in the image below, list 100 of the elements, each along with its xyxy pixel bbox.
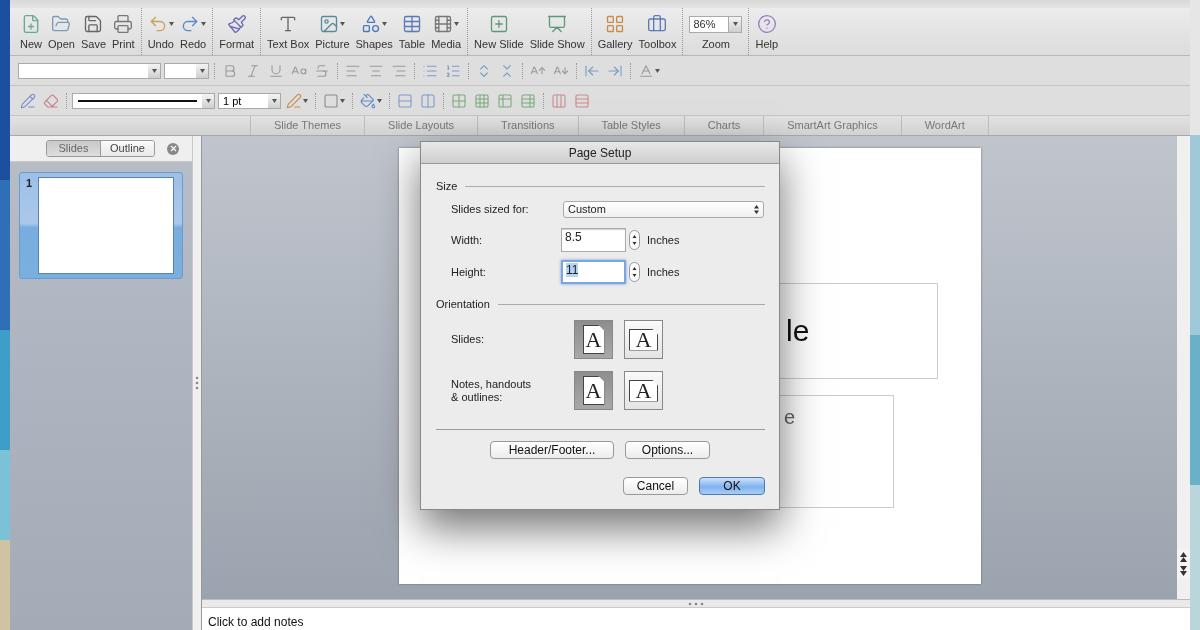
field-label: Width: [451,233,484,247]
toolbar-button[interactable]: Picture [314,13,351,50]
toolbar-button[interactable]: New Slide [473,13,525,50]
numbered-list-icon [445,62,461,79]
caret-icon [151,68,157,73]
columns-icon [551,92,567,109]
toolbar-icon-button[interactable] [572,92,592,109]
toolbar-icon-button[interactable] [321,92,347,109]
section-label: Size [436,180,458,192]
toolbar-icon-button[interactable] [395,92,415,109]
stepper-icon[interactable] [629,230,640,250]
view-tab[interactable]: Slides [47,141,100,156]
toolbar-icon-button[interactable] [495,92,515,109]
toolbar-icon-button[interactable] [518,92,538,109]
font-color-icon [638,62,654,79]
underline-icon [268,62,284,79]
landscape-button[interactable]: A [624,371,663,410]
toolbar-button[interactable]: Undo [146,13,175,50]
toolbar-button[interactable]: Slide Show [528,13,586,50]
notes-pane[interactable]: Click to add notes [202,607,1190,630]
picture-icon [319,14,340,34]
new-document-icon [21,14,41,34]
eraser-icon [43,92,59,109]
rows-icon [397,92,413,109]
toolbar-icon-button[interactable] [549,92,569,109]
toolbar-icon-button[interactable] [18,92,38,109]
toolbar-icon-button[interactable] [358,92,384,109]
portrait-button[interactable]: A [574,320,613,359]
toolbar-icon-button[interactable] [284,92,310,109]
printer-icon [113,14,134,34]
toolbar-button[interactable]: Shapes [354,13,394,50]
stepper-icon[interactable] [629,262,640,282]
toolbar-button[interactable]: Gallery [596,13,634,50]
dialog-button[interactable]: Header/Footer... [490,441,614,459]
paintbrush-icon [226,14,247,34]
toolbar-icon-button[interactable] [418,92,438,109]
slide-thumbnail[interactable]: 1 [19,172,183,279]
bold-icon [222,62,238,79]
view-tab[interactable]: Outline [100,141,154,156]
close-button[interactable] [167,142,179,155]
columns-icon [420,92,436,109]
section-label: Orientation [436,298,490,310]
line-style-field[interactable] [72,92,215,109]
field-label: Slides sized for: [451,202,530,216]
toolbar-icon-button[interactable] [449,92,469,109]
dialog-button[interactable]: Options... [625,441,710,459]
zoom-control[interactable]: 86% Zoom [688,13,744,50]
toolbar-button[interactable]: Table [397,13,427,50]
paint-bucket-icon [360,92,376,109]
toolbar-button[interactable]: New [19,13,43,50]
caret-icon [271,98,277,103]
combo-field[interactable] [18,62,161,79]
number-field[interactable]: 11 [561,260,626,284]
toolbar-button[interactable]: Format [218,13,256,50]
landscape-button[interactable]: A [624,320,663,359]
presentation-icon [547,14,568,34]
field-label: Slides: [451,333,486,346]
help-icon [756,14,777,34]
toolbar-button[interactable]: Toolbox [637,13,678,50]
rows-icon [574,92,590,109]
title-text: le [786,314,810,348]
toolbox-icon [647,14,668,34]
grid-icon [474,92,490,109]
caret-icon [732,22,738,26]
toolbar-button[interactable]: Media [430,13,463,50]
caret-icon [199,68,205,73]
toolbar-button[interactable]: Open [47,13,76,50]
strikethrough-icon [314,62,330,79]
notes-placeholder: Click to add notes [208,615,304,629]
field-label: Notes, handouts & outlines: [451,377,533,404]
number-field[interactable]: 8.5 [561,228,626,252]
toolbar-icon-button[interactable] [41,92,61,109]
combo-field[interactable] [164,62,209,79]
draw-table-icon [20,92,36,109]
new-slide-icon [488,14,509,34]
splitter-handle-icon[interactable] [195,376,199,390]
portrait-button[interactable]: A [574,371,613,410]
table-icon [497,92,513,109]
toolbar-button[interactable]: Redo [178,13,208,50]
size-select[interactable]: Custom [563,200,764,218]
splitter-handle-icon[interactable] [688,601,704,606]
pen-color-icon [286,92,302,109]
table-icon [401,14,422,34]
dialog-title: Page Setup [568,145,632,160]
caret-icon [205,98,211,103]
italic-icon [245,62,261,79]
toolbar-button[interactable]: Save [79,13,107,50]
scroll-arrows-icon[interactable] [1177,549,1190,579]
cancel-button[interactable]: Cancel [623,477,688,495]
shapes-icon [361,14,382,34]
toolbar-button[interactable]: Text Box [266,13,311,50]
borders-icon [323,92,339,109]
toolbar-button[interactable]: Help [754,13,780,50]
ok-button[interactable]: OK [699,477,765,495]
toolbar-icon-button[interactable] [472,92,492,109]
toolbar-button[interactable]: Print [111,13,136,50]
stepper-arrows-icon [754,204,759,214]
grid-icon [451,92,467,109]
gallery-icon [605,14,626,34]
unit-label: Inches [647,234,680,246]
